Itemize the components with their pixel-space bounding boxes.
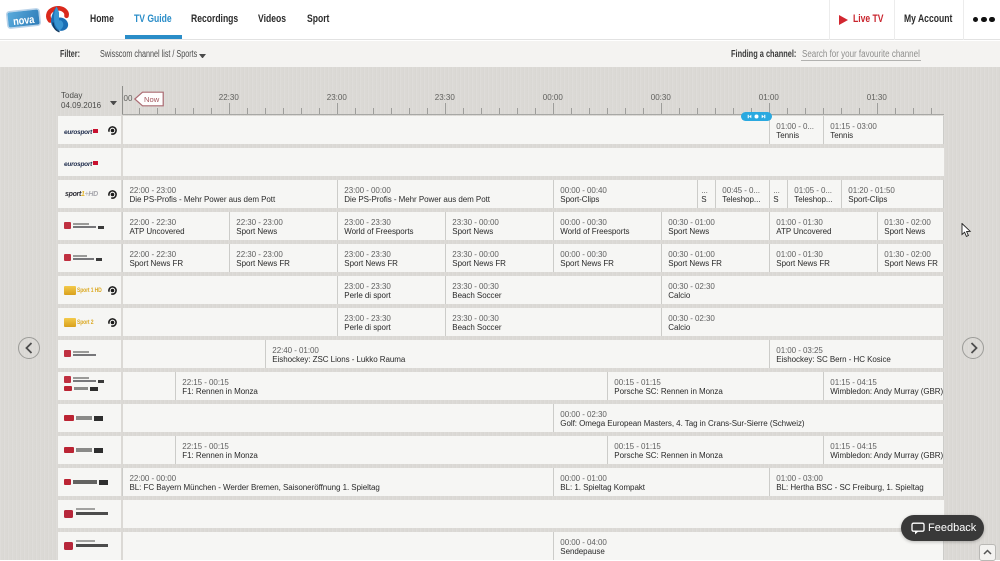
svg-text:Now: Now <box>144 95 160 104</box>
